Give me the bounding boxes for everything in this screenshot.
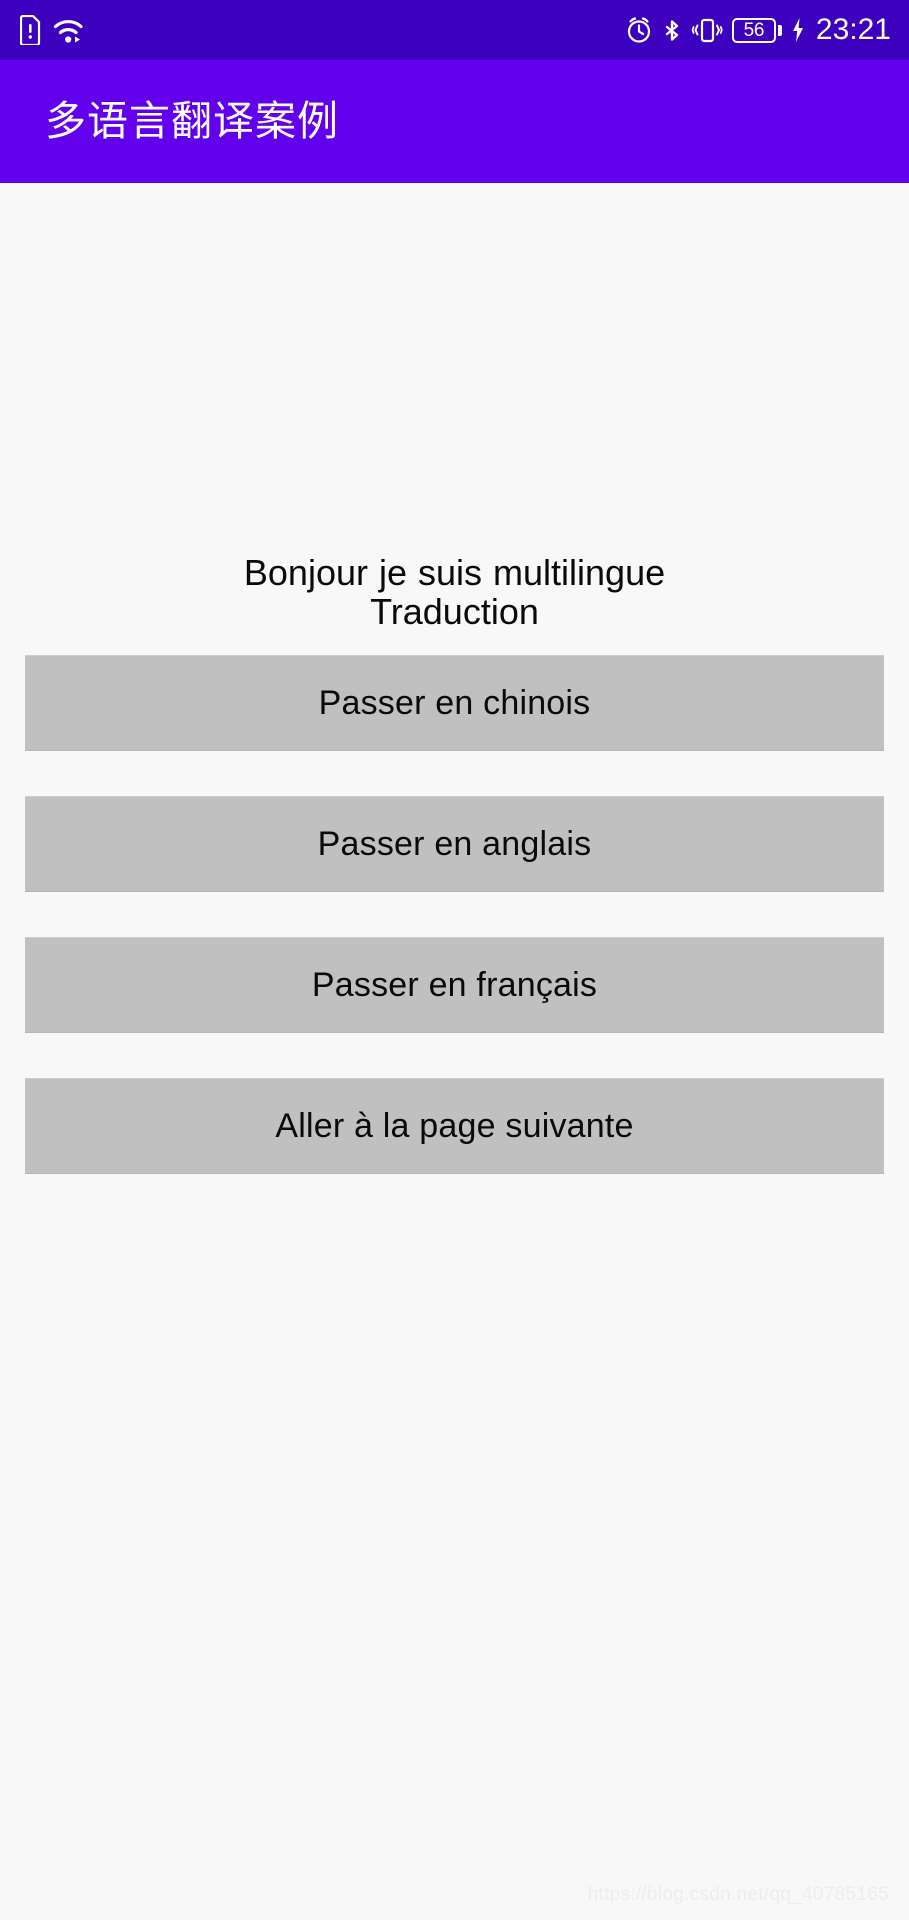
- status-bar: 56 23:21: [0, 0, 909, 60]
- wifi-data-icon: [53, 16, 86, 44]
- battery-level-text: 56: [743, 19, 765, 41]
- switch-to-english-button[interactable]: Passer en anglais: [25, 796, 884, 892]
- battery-body: 56: [731, 17, 776, 43]
- bluetooth-icon: [662, 15, 682, 45]
- greeting-text: Bonjour je suis multilingue Traduction: [243, 552, 666, 632]
- switch-to-french-button[interactable]: Passer en français: [25, 937, 884, 1033]
- app-bar-title: 多语言翻译案例: [45, 96, 339, 145]
- alarm-clock-icon: [625, 16, 653, 44]
- language-button-list: Passer en chinois Passer en anglais Pass…: [25, 655, 884, 1174]
- watermark-url: https://blog.csdn.net/qq_40785165: [587, 1884, 889, 1905]
- status-bar-right-icons: 56 23:21: [625, 15, 891, 45]
- status-bar-left-icons: [20, 15, 86, 45]
- charging-bolt-icon: [791, 17, 805, 43]
- battery-tip: [777, 24, 782, 36]
- main-content: Bonjour je suis multilingue Traduction P…: [0, 183, 909, 1920]
- battery-indicator: 56: [731, 17, 782, 43]
- app-bar: 多语言翻译案例: [0, 60, 909, 183]
- switch-to-chinese-button[interactable]: Passer en chinois: [25, 655, 884, 751]
- phone-screen: 56 23:21 多语言翻译案例 Bonjour je suis multili…: [0, 0, 909, 1920]
- sim-card-alert-icon: [20, 15, 42, 45]
- status-bar-clock: 23:21: [815, 13, 891, 46]
- go-to-next-page-button[interactable]: Aller à la page suivante: [25, 1078, 884, 1174]
- vibrate-icon: [691, 16, 723, 44]
